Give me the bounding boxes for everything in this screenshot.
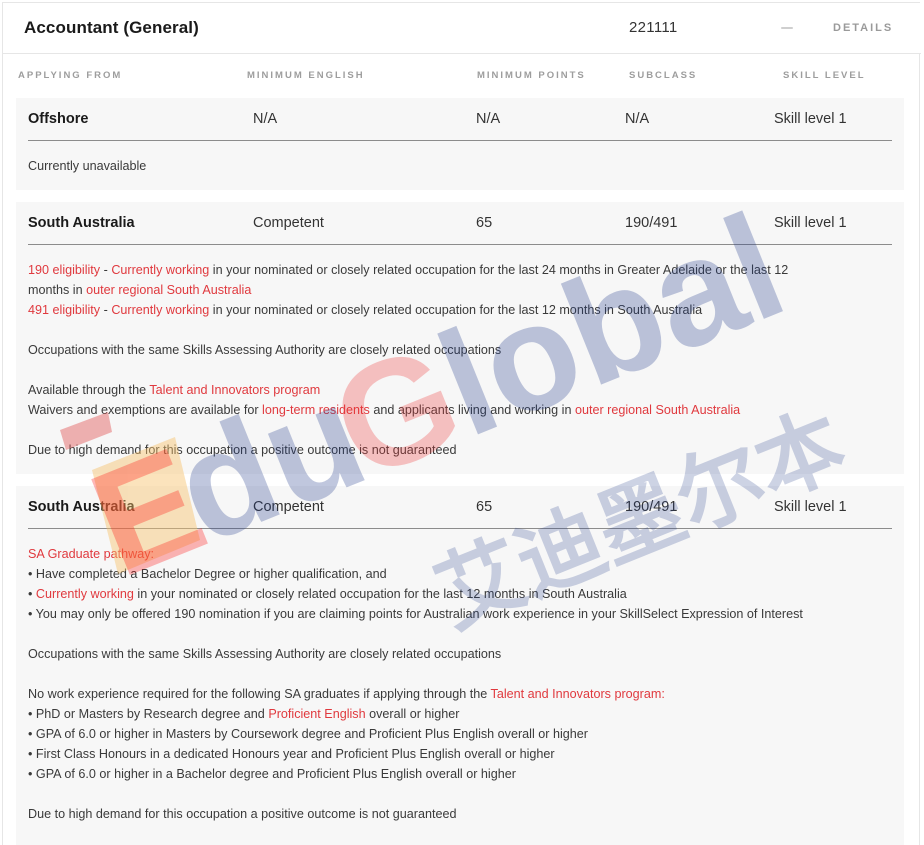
note-line: Available through the Talent and Innovat… (28, 380, 894, 400)
note-text: • Have completed a Bachelor Degree or hi… (28, 567, 387, 581)
applying-from-value: South Australia (28, 215, 135, 231)
note-line: 190 eligibility - Currently working in y… (28, 260, 894, 280)
column-header-minimum-english: MINIMUM ENGLISH (247, 70, 365, 81)
pathway-summary-row: Offshore N/A N/A N/A Skill level 1 (16, 98, 904, 142)
minimum-english-value: Competent (253, 215, 324, 231)
skill-level-value: Skill level 1 (774, 111, 847, 127)
note-text: • First Class Honours in a dedicated Hon… (28, 747, 555, 761)
pathway-notes: SA Graduate pathway: • Have completed a B… (28, 544, 894, 824)
pathway-card-south-australia: South Australia Competent 65 190/491 Ski… (16, 202, 904, 474)
applying-from-value: Offshore (28, 111, 89, 127)
note-text: • You may only be offered 190 nomination… (28, 607, 803, 621)
note-line: Occupations with the same Skills Assessi… (28, 340, 894, 360)
pathway-summary-row: South Australia Competent 65 190/491 Ski… (16, 202, 904, 246)
minimum-points-value: 65 (476, 215, 493, 231)
note-line: No work experience required for the foll… (28, 684, 894, 704)
note-line: Occupations with the same Skills Assessi… (28, 644, 894, 664)
note-link[interactable]: Proficient English (268, 707, 365, 721)
column-header-minimum-points: MINIMUM POINTS (477, 70, 586, 81)
row-divider (28, 528, 892, 529)
pathway-summary-row: South Australia Competent 65 190/491 Ski… (16, 486, 904, 530)
note-text: - (100, 303, 112, 317)
note-line: • GPA of 6.0 or higher in Masters by Cou… (28, 724, 894, 744)
note-text: - (100, 263, 112, 277)
note-text: Due to high demand for this occupation a… (28, 807, 457, 821)
occupation-header: Accountant (General) 221111 DETAILS (3, 3, 921, 54)
minimum-points-value: 65 (476, 499, 493, 515)
column-header-applying-from: APPLYING FROM (18, 70, 123, 81)
note-line: • You may only be offered 190 nomination… (28, 604, 894, 624)
note-link[interactable]: SA Graduate pathway: (28, 547, 154, 561)
note-text: • (28, 587, 36, 601)
skill-level-value: Skill level 1 (774, 499, 847, 515)
note-text: months in (28, 283, 87, 297)
note-link[interactable]: Currently working (36, 587, 134, 601)
note-line: Due to high demand for this occupation a… (28, 804, 894, 824)
pathway-card-south-australia-graduate: South Australia Competent 65 190/491 Ski… (16, 486, 904, 845)
note-link[interactable]: Talent and Innovators program: (491, 687, 665, 701)
occupation-title: Accountant (General) (24, 18, 199, 37)
note-text: overall or higher (365, 707, 460, 721)
note-line: months in outer regional South Australia (28, 280, 894, 300)
note-text: and applicants living and working in (369, 403, 575, 417)
note-line: • Have completed a Bachelor Degree or hi… (28, 564, 894, 584)
minimum-points-value: N/A (476, 111, 501, 127)
note-link[interactable]: Talent and Innovators program (149, 383, 320, 397)
skill-level-value: Skill level 1 (774, 215, 847, 231)
note-link[interactable]: outer regional South Australia (575, 403, 740, 417)
note-text: Due to high demand for this occupation a… (28, 443, 457, 457)
note-text: in your nominated or closely related occ… (133, 587, 627, 601)
subclass-value: 190/491 (625, 215, 678, 231)
note-text: Currently unavailable (28, 159, 147, 173)
applying-from-value: South Australia (28, 499, 135, 515)
note-text: Occupations with the same Skills Assessi… (28, 343, 502, 357)
column-header-subclass: SUBCLASS (629, 70, 698, 81)
note-text: Available through the (28, 383, 150, 397)
subclass-value: N/A (625, 111, 650, 127)
note-line: • First Class Honours in a dedicated Hon… (28, 744, 894, 764)
note-line: Waivers and exemptions are available for… (28, 400, 894, 420)
note-link[interactable]: Currently working (111, 303, 209, 317)
row-divider (28, 244, 892, 245)
note-line: Currently unavailable (28, 156, 894, 176)
details-button[interactable]: DETAILS (833, 22, 893, 34)
note-link[interactable]: 190 eligibility (28, 263, 100, 277)
note-link[interactable]: long-term residents (262, 403, 370, 417)
note-text: in your nominated or closely related occ… (209, 303, 703, 317)
note-line: Due to high demand for this occupation a… (28, 440, 894, 460)
pathway-card-offshore: Offshore N/A N/A N/A Skill level 1 Curre… (16, 98, 904, 190)
note-text: • PhD or Masters by Research degree and (28, 707, 269, 721)
note-line: • PhD or Masters by Research degree and … (28, 704, 894, 724)
minimum-english-value: N/A (253, 111, 278, 127)
note-text: Waivers and exemptions are available for (28, 403, 263, 417)
note-link[interactable]: outer regional South Australia (86, 283, 251, 297)
row-divider (28, 140, 892, 141)
pathway-notes: 190 eligibility - Currently working in y… (28, 260, 894, 460)
note-text: No work experience required for the foll… (28, 687, 491, 701)
note-link[interactable]: Currently working (111, 263, 209, 277)
note-line: 491 eligibility - Currently working in y… (28, 300, 894, 320)
subclass-value: 190/491 (625, 499, 678, 515)
note-line: • Currently working in your nominated or… (28, 584, 894, 604)
note-text: • GPA of 6.0 or higher in a Bachelor deg… (28, 767, 516, 781)
note-text: Occupations with the same Skills Assessi… (28, 647, 502, 661)
note-line: • GPA of 6.0 or higher in a Bachelor deg… (28, 764, 894, 784)
note-link[interactable]: 491 eligibility (28, 303, 100, 317)
note-text: • GPA of 6.0 or higher in Masters by Cou… (28, 727, 588, 741)
note-text: in your nominated or closely related occ… (209, 263, 789, 277)
collapse-dash-icon[interactable] (781, 27, 793, 29)
minimum-english-value: Competent (253, 499, 324, 515)
column-header-skill-level: SKILL LEVEL (783, 70, 866, 81)
occupation-code: 221111 (629, 19, 678, 36)
note-line: SA Graduate pathway: (28, 544, 894, 564)
pathway-notes: Currently unavailable (28, 156, 894, 176)
